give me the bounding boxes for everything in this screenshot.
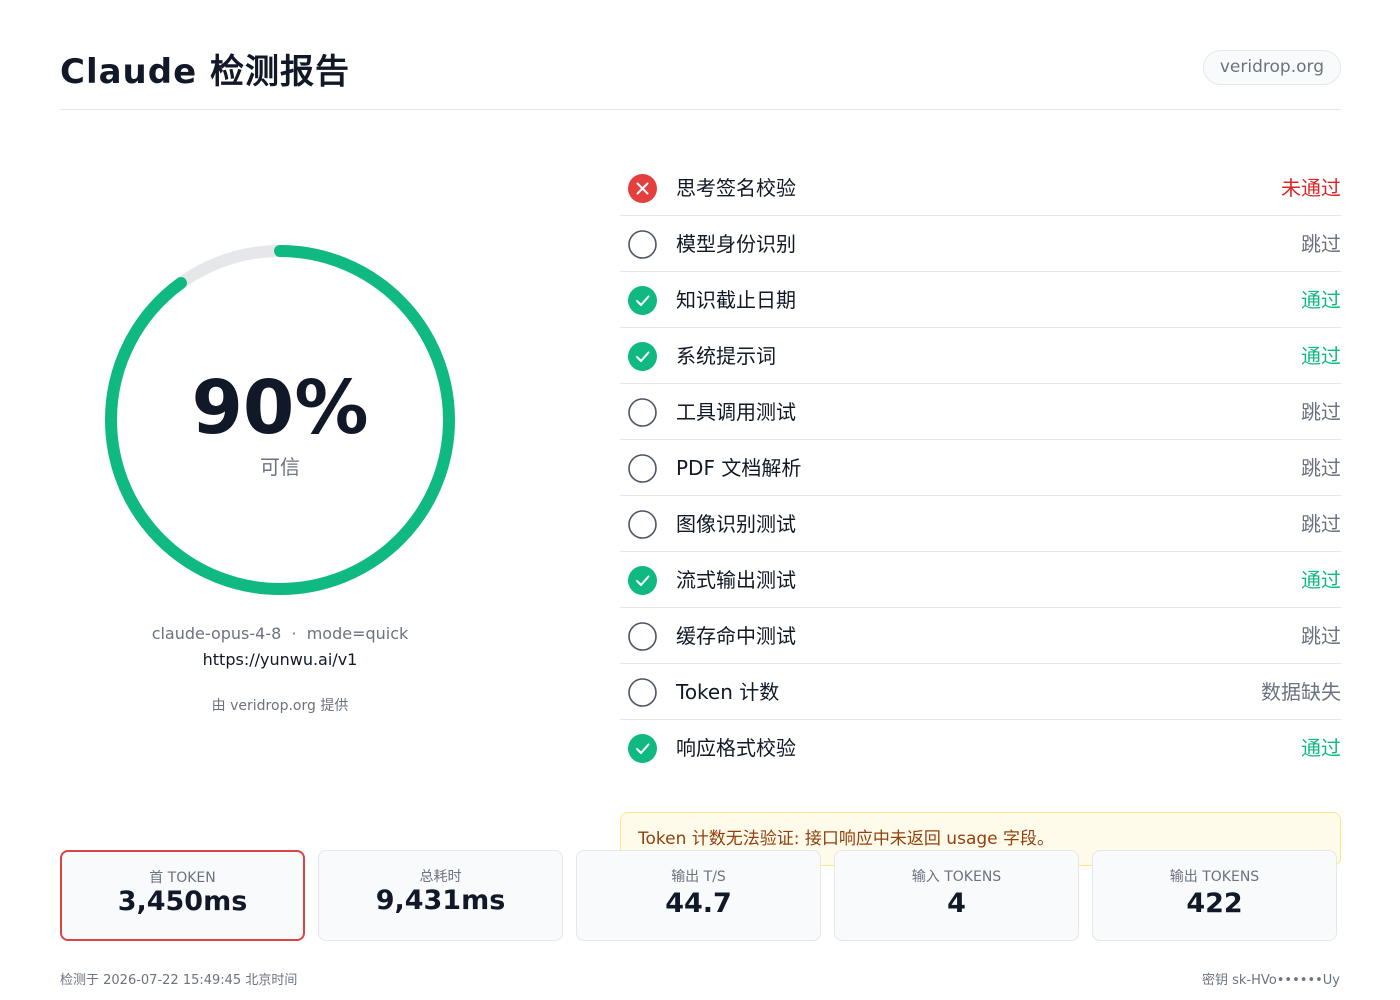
check-skip-icon xyxy=(628,230,657,259)
check-label: 模型身份识别 xyxy=(676,232,796,256)
page-title: Claude 检测报告 xyxy=(60,52,350,92)
check-status: 通过 xyxy=(1301,736,1341,760)
metric-value: 3,450ms xyxy=(117,886,248,917)
metric-value: 422 xyxy=(1186,888,1243,919)
check-label: 图像识别测试 xyxy=(676,512,796,536)
check-row: 工具调用测试 跳过 xyxy=(620,384,1341,440)
check-status: 未通过 xyxy=(1281,176,1341,200)
metric-label: 总耗时 xyxy=(419,869,462,885)
check-skip-icon xyxy=(628,622,657,651)
metric-value: 9,431ms xyxy=(375,885,506,916)
check-label: 流式输出测试 xyxy=(676,568,796,592)
check-row: 流式输出测试 通过 xyxy=(620,552,1341,608)
check-skip-icon xyxy=(628,510,657,539)
metrics-row: 首 TOKEN 3,450ms 总耗时 9,431ms 输出 T/S 44.7 输入 TOK… xyxy=(60,850,1341,941)
check-row: 响应格式校验 通过 xyxy=(620,720,1341,776)
model-name: claude-opus-4-8 xyxy=(151,624,282,643)
metric-label: 输入 TOKENS xyxy=(911,869,1002,885)
check-status: 跳过 xyxy=(1301,456,1341,480)
header: Claude 检测报告 veridrop.org xyxy=(60,50,1341,110)
check-status: 通过 xyxy=(1301,288,1341,312)
check-status: 跳过 xyxy=(1301,400,1341,424)
api-key-masked: 密钥 sk-HVo••••••Uy xyxy=(1202,973,1340,988)
mode-value: mode=quick xyxy=(306,624,409,643)
check-label: 系统提示词 xyxy=(676,344,776,368)
check-pass-icon xyxy=(628,566,657,595)
score-percent: 90% xyxy=(191,365,369,451)
check-row: 图像识别测试 跳过 xyxy=(620,496,1341,552)
check-label: 知识截止日期 xyxy=(676,288,796,312)
site-badge[interactable]: veridrop.org xyxy=(1202,50,1341,85)
metric-card: 输入 TOKENS 4 xyxy=(834,850,1079,941)
check-status: 通过 xyxy=(1301,344,1341,368)
metric-value: 44.7 xyxy=(665,888,732,919)
metric-card: 首 TOKEN 3,450ms xyxy=(60,850,305,941)
score-panel: 90% 可信 claude-opus-4-8 · mode=quick http… xyxy=(60,130,500,790)
check-label: Token 计数 xyxy=(676,680,780,704)
check-pass-icon xyxy=(628,286,657,315)
score-label: 可信 xyxy=(260,455,300,479)
score-gauge: 90% 可信 xyxy=(105,245,455,595)
check-list: 思考签名校验 未通过 模型身份识别 跳过 知识截止日期 通过 系统提示词 通过 工具调用测试 跳过… xyxy=(620,160,1341,776)
metric-card: 输出 TOKENS 422 xyxy=(1092,850,1337,941)
metric-label: 输出 T/S xyxy=(671,869,726,885)
check-skip-icon xyxy=(628,398,657,427)
check-label: 响应格式校验 xyxy=(676,736,796,760)
checked-at: 检测于 2026-07-22 15:49:45 北京时间 xyxy=(60,973,298,988)
endpoint-url: https://yunwu.ai/v1 xyxy=(202,650,358,669)
check-skip-icon xyxy=(628,454,657,483)
check-status: 通过 xyxy=(1301,568,1341,592)
check-row: Token 计数 数据缺失 xyxy=(620,664,1341,720)
check-label: PDF 文档解析 xyxy=(676,456,802,480)
check-label: 思考签名校验 xyxy=(676,176,796,200)
check-pass-icon xyxy=(628,734,657,763)
check-status: 跳过 xyxy=(1301,232,1341,256)
check-label: 缓存命中测试 xyxy=(676,624,796,648)
metric-card: 总耗时 9,431ms xyxy=(318,850,563,941)
check-pass-icon xyxy=(628,342,657,371)
model-info: claude-opus-4-8 · mode=quick xyxy=(60,624,500,643)
check-status: 跳过 xyxy=(1301,624,1341,648)
metric-value: 4 xyxy=(947,888,966,919)
check-row: 缓存命中测试 跳过 xyxy=(620,608,1341,664)
check-row: 模型身份识别 跳过 xyxy=(620,216,1341,272)
check-label: 工具调用测试 xyxy=(676,400,796,424)
separator: · xyxy=(291,624,297,643)
check-fail-icon xyxy=(628,174,657,203)
check-row: PDF 文档解析 跳过 xyxy=(620,440,1341,496)
check-row: 知识截止日期 通过 xyxy=(620,272,1341,328)
check-row: 系统提示词 通过 xyxy=(620,328,1341,384)
metric-label: 输出 TOKENS xyxy=(1169,869,1260,885)
check-skip-icon xyxy=(628,678,657,707)
check-status: 数据缺失 xyxy=(1261,680,1341,704)
metric-label: 首 TOKEN xyxy=(149,870,216,886)
source-credit: 由 veridrop.org 提供 xyxy=(211,698,349,714)
metric-card: 输出 T/S 44.7 xyxy=(576,850,821,941)
check-row: 思考签名校验 未通过 xyxy=(620,160,1341,216)
check-status: 跳过 xyxy=(1301,512,1341,536)
